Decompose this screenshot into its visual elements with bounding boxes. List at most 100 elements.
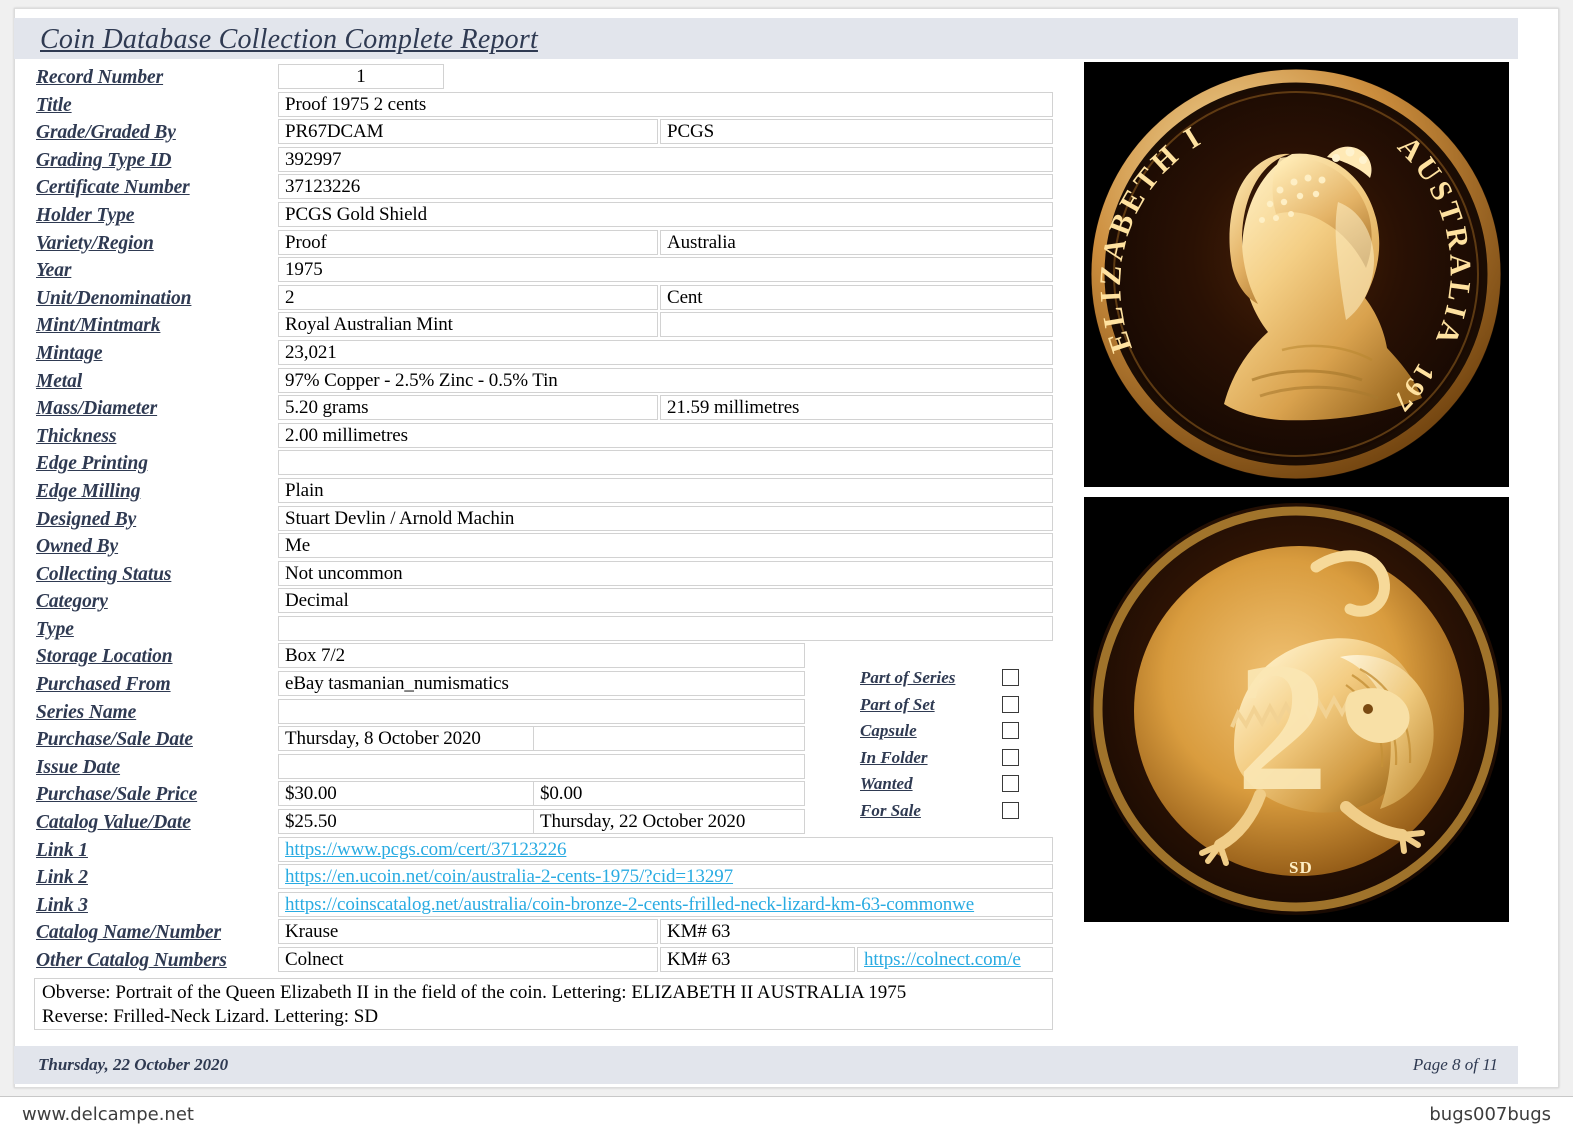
value-grading-type-id: 392997 <box>285 148 342 170</box>
input-link3[interactable]: https://coinscatalog.net/australia/coin-… <box>278 891 1053 917</box>
input-catalog-value[interactable]: $25.50 <box>278 809 538 835</box>
field-row-edge-milling: Edge Milling Plain <box>0 477 1070 506</box>
label-storage-location: Storage Location <box>36 646 173 668</box>
coin-obverse-image: ELIZABETH II AUSTRALIA 1975 <box>1084 62 1509 487</box>
input-mass[interactable]: 5.20 grams <box>278 395 658 421</box>
value-storage-location: Box 7/2 <box>285 645 346 667</box>
input-series-name[interactable] <box>278 698 805 724</box>
value-link2[interactable]: https://en.ucoin.net/coin/australia-2-ce… <box>285 866 733 888</box>
value-link3[interactable]: https://coinscatalog.net/australia/coin-… <box>285 894 974 916</box>
description-line-reverse: Reverse: Frilled-Neck Lizard. Lettering:… <box>42 1006 379 1027</box>
value-sale-price: $0.00 <box>540 783 583 805</box>
input-category[interactable]: Decimal <box>278 588 1053 614</box>
input-mintmark[interactable] <box>660 312 1053 338</box>
input-variety[interactable]: Proof <box>278 229 658 255</box>
checkbox-part-of-set[interactable] <box>1002 695 1019 713</box>
input-edge-printing[interactable] <box>278 450 1053 476</box>
input-diameter[interactable]: 21.59 millimetres <box>660 395 1053 421</box>
input-storage-location[interactable]: Box 7/2 <box>278 643 805 669</box>
input-holder-type[interactable]: PCGS Gold Shield <box>278 201 1053 227</box>
label-other-catalog-numbers: Other Catalog Numbers <box>36 950 227 971</box>
input-metal[interactable]: 97% Copper - 2.5% Zinc - 0.5% Tin <box>278 367 1053 393</box>
label-type: Type <box>36 618 74 640</box>
input-other-catalog-number[interactable]: KM# 63 <box>660 947 855 972</box>
value-diameter: 21.59 millimetres <box>667 397 800 419</box>
field-row-grade: Grade/Graded By PR67DCAM PCGS <box>0 119 1070 147</box>
checkbox-for-sale[interactable] <box>1002 801 1019 819</box>
input-other-catalog-link[interactable]: https://colnect.com/e <box>857 947 1053 972</box>
input-owned-by[interactable]: Me <box>278 533 1053 559</box>
label-metal: Metal <box>36 370 83 392</box>
input-denomination[interactable]: Cent <box>660 284 1053 310</box>
svg-text:2: 2 <box>1236 625 1329 830</box>
description-textarea[interactable]: Obverse: Portrait of the Queen Elizabeth… <box>34 978 1053 1030</box>
input-certificate-number[interactable]: 37123226 <box>278 174 1053 200</box>
input-link2[interactable]: https://en.ucoin.net/coin/australia-2-ce… <box>278 864 1053 890</box>
value-link1[interactable]: https://www.pcgs.com/cert/37123226 <box>285 839 566 861</box>
field-row-other-catalog-numbers: Other Catalog Numbers Colnect KM# 63 htt… <box>0 947 1070 975</box>
value-mass: 5.20 grams <box>285 397 369 419</box>
input-year[interactable]: 1975 <box>278 257 1053 283</box>
input-region[interactable]: Australia <box>660 229 1053 255</box>
checkbox-wanted[interactable] <box>1002 775 1019 792</box>
label-part-of-set: Part of Set <box>860 694 935 714</box>
label-thickness: Thickness <box>36 425 117 447</box>
value-collecting-status: Not uncommon <box>285 562 403 584</box>
input-link1[interactable]: https://www.pcgs.com/cert/37123226 <box>278 836 1053 862</box>
input-purchase-price[interactable]: $30.00 <box>278 781 538 807</box>
input-purchase-date[interactable]: Thursday, 8 October 2020 <box>278 726 538 752</box>
watermark-strip: www.delcampe.net bugs007bugs <box>0 1096 1573 1133</box>
label-part-of-series: Part of Series <box>860 668 956 687</box>
input-catalog-date[interactable]: Thursday, 22 October 2020 <box>533 809 805 835</box>
checkbox-row-in-folder: In Folder <box>860 746 1060 773</box>
value-metal: 97% Copper - 2.5% Zinc - 0.5% Tin <box>285 369 558 391</box>
input-mint[interactable]: Royal Australian Mint <box>278 312 658 338</box>
input-unit[interactable]: 2 <box>278 284 658 310</box>
input-edge-milling[interactable]: Plain <box>278 477 1053 503</box>
attributes-checkbox-panel: Part of Series Part of Set Capsule In Fo… <box>860 666 1060 825</box>
input-title[interactable]: Proof 1975 2 cents <box>278 91 1053 117</box>
field-row-mint-mintmark: Mint/Mintmark Royal Australian Mint <box>0 312 1070 340</box>
report-page: Coin Database Collection Complete Report… <box>0 0 1573 1096</box>
value-title: Proof 1975 2 cents <box>285 93 427 115</box>
input-other-catalog-name[interactable]: Colnect <box>278 947 658 972</box>
value-other-catalog-link[interactable]: https://colnect.com/e <box>864 949 1021 971</box>
input-grade[interactable]: PR67DCAM <box>278 119 658 145</box>
input-catalog-number[interactable]: KM# 63 <box>660 919 1053 945</box>
input-catalog-name[interactable]: Krause <box>278 919 658 945</box>
input-thickness[interactable]: 2.00 millimetres <box>278 422 1053 448</box>
checkbox-capsule[interactable] <box>1002 722 1019 739</box>
input-purchased-from[interactable]: eBay tasmanian_numismatics <box>278 671 805 697</box>
field-row-link3: Link 3 https://coinscatalog.net/australi… <box>0 891 1070 920</box>
input-record-number[interactable]: 1 <box>278 64 444 89</box>
value-graded-by: PCGS <box>667 121 715 143</box>
input-type[interactable] <box>278 615 1053 641</box>
checkbox-part-of-series[interactable] <box>1002 669 1019 686</box>
coin-detail-form: Record Number 1 Title Proof 1975 2 cents… <box>0 64 1070 975</box>
input-grading-type-id[interactable]: 392997 <box>278 146 1053 172</box>
input-graded-by[interactable]: PCGS <box>660 119 1053 145</box>
value-other-catalog-name: Colnect <box>285 949 344 970</box>
input-issue-date[interactable] <box>278 753 805 779</box>
field-row-record-number: Record Number 1 <box>0 64 1070 92</box>
field-row-collecting-status: Collecting Status Not uncommon <box>0 560 1070 589</box>
value-region: Australia <box>667 231 736 253</box>
value-designed-by: Stuart Devlin / Arnold Machin <box>285 507 515 529</box>
value-unit: 2 <box>285 286 295 308</box>
label-issue-date: Issue Date <box>36 756 121 778</box>
input-mintage[interactable]: 23,021 <box>278 339 1053 365</box>
input-designed-by[interactable]: Stuart Devlin / Arnold Machin <box>278 505 1053 531</box>
value-purchased-from: eBay tasmanian_numismatics <box>285 673 509 695</box>
input-collecting-status[interactable]: Not uncommon <box>278 560 1053 586</box>
input-sale-date[interactable] <box>533 726 805 752</box>
label-catalog-name-number: Catalog Name/Number <box>36 922 221 944</box>
checkbox-row-part-of-set: Part of Set <box>860 693 1060 720</box>
field-row-thickness: Thickness 2.00 millimetres <box>0 422 1070 451</box>
label-year: Year <box>36 260 72 282</box>
label-in-folder: In Folder <box>860 747 928 767</box>
value-edge-milling: Plain <box>285 479 324 501</box>
checkbox-in-folder[interactable] <box>1002 748 1019 766</box>
input-sale-price[interactable]: $0.00 <box>533 781 805 807</box>
report-footer: Thursday, 22 October 2020 Page 8 of 11 <box>14 1046 1518 1084</box>
label-link1: Link 1 <box>36 839 88 861</box>
